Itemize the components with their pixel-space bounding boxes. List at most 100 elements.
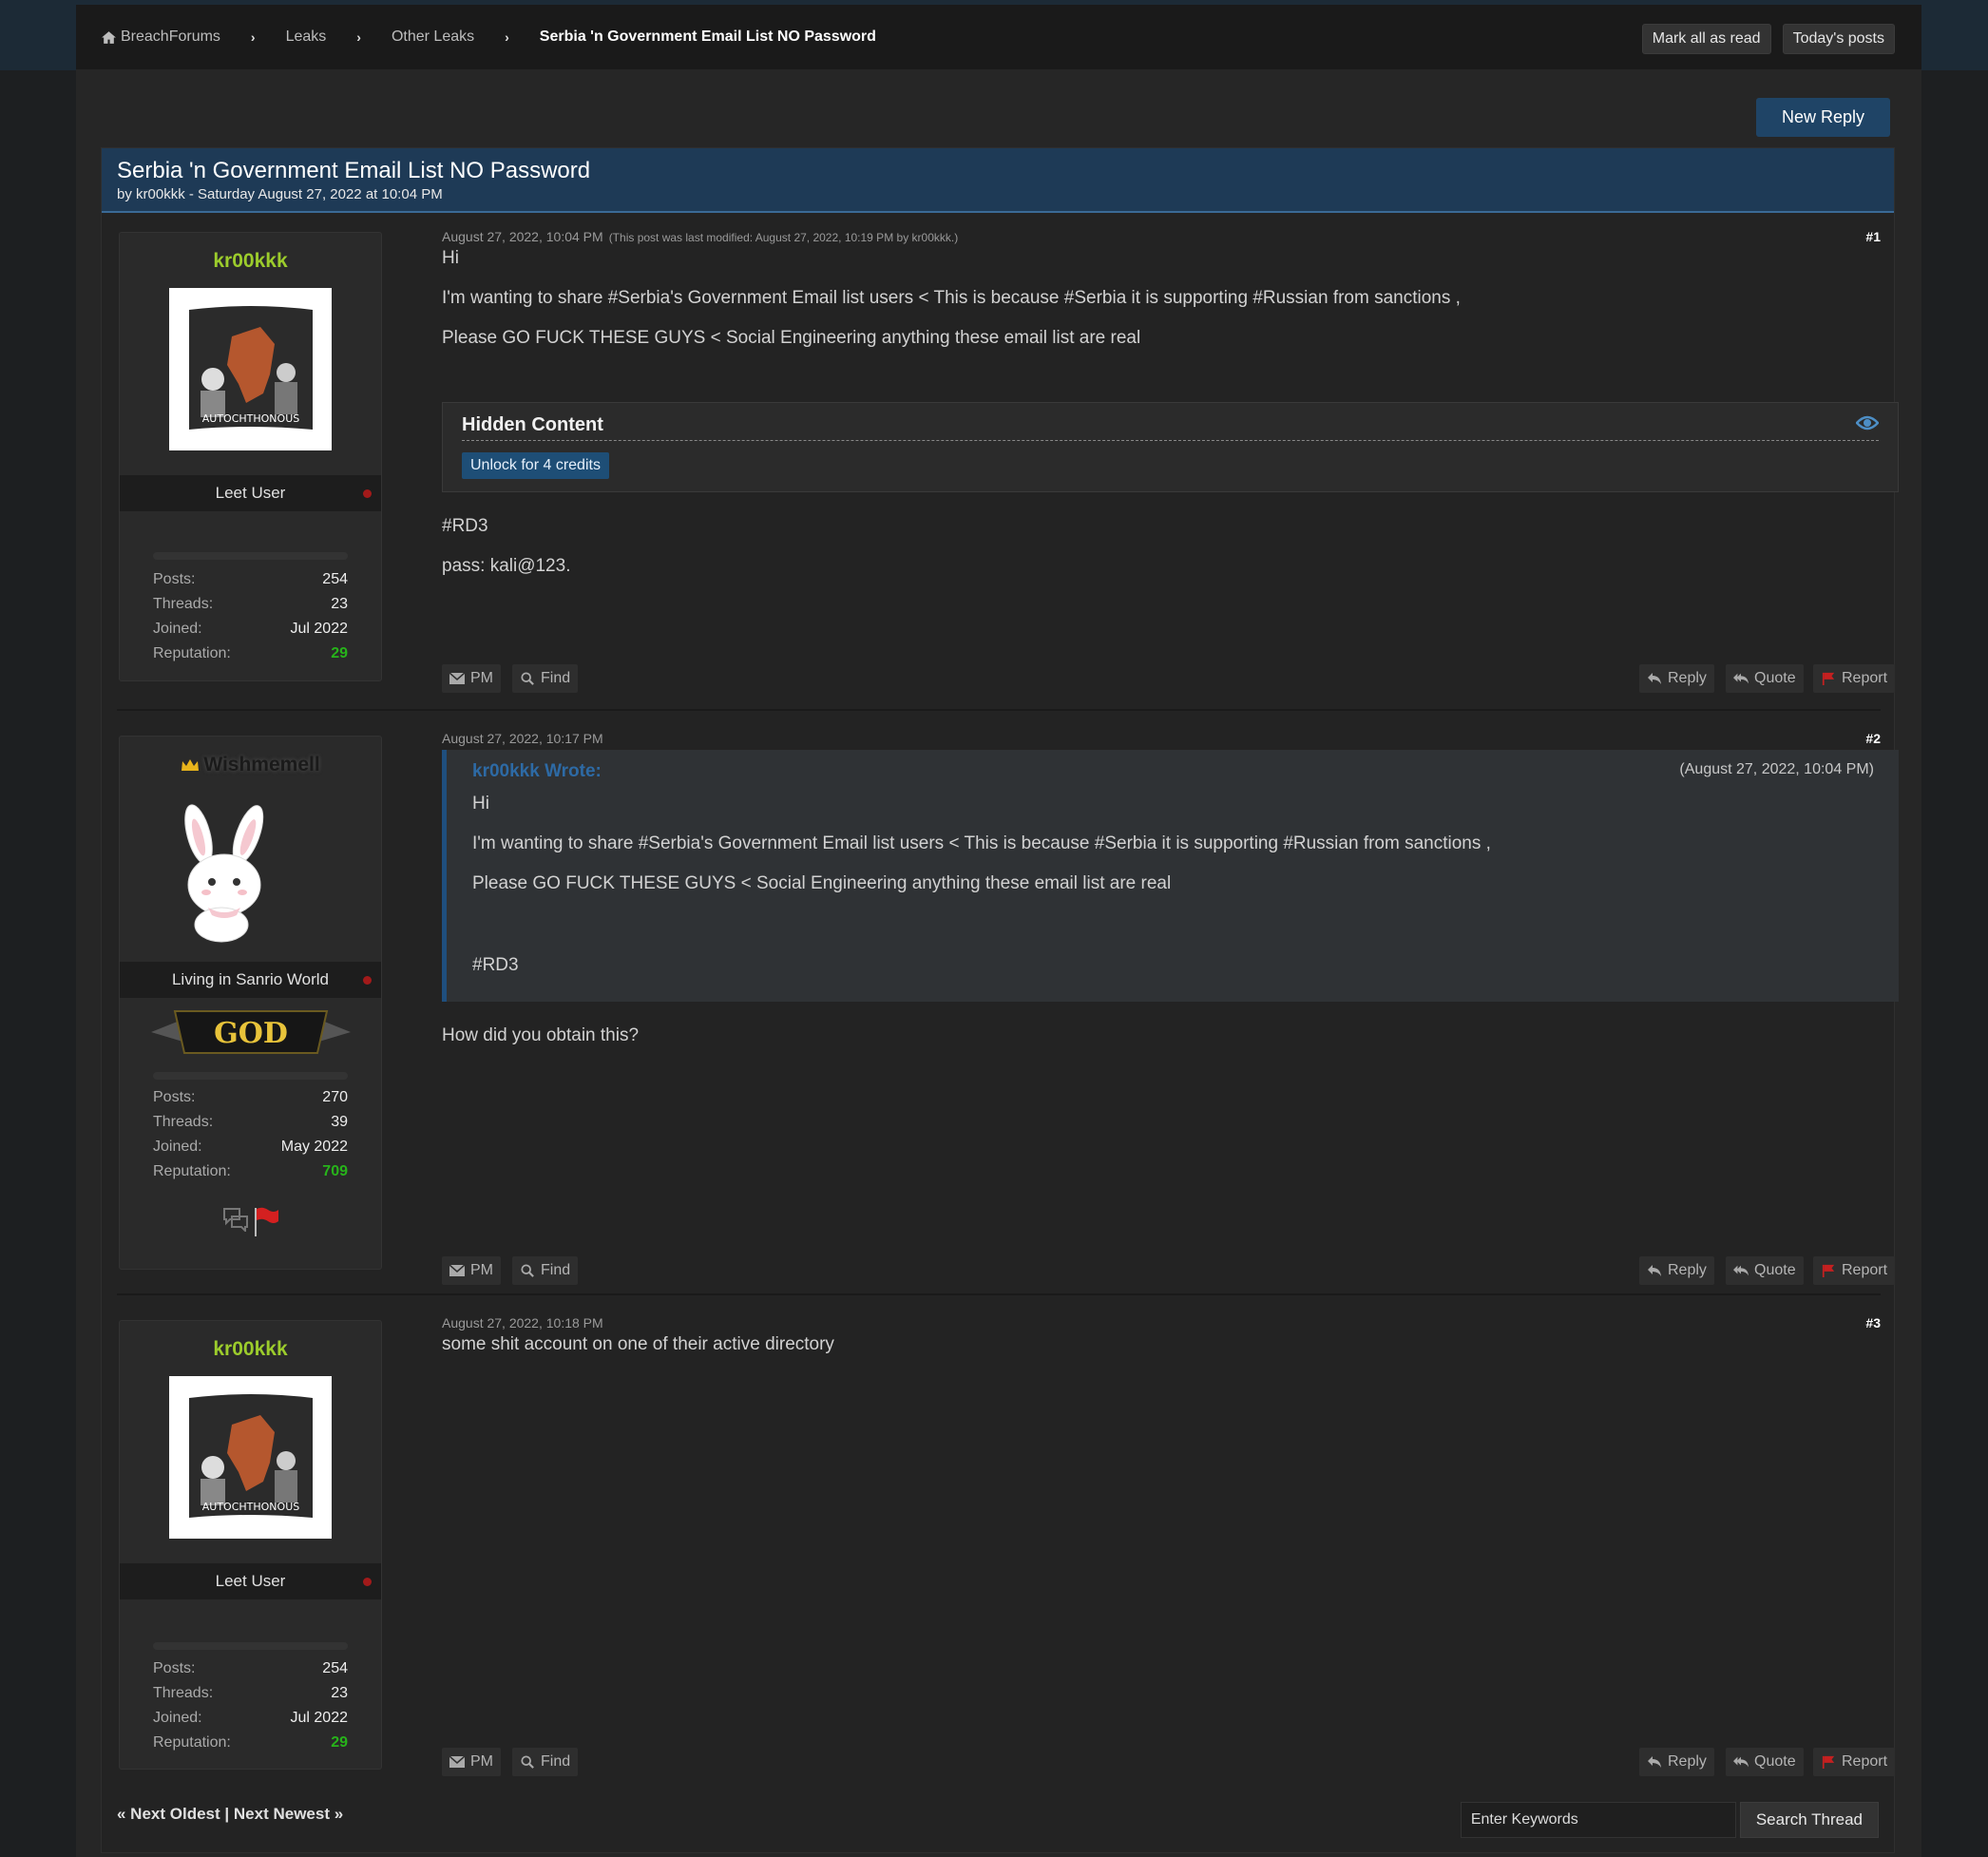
post-line: I'm wanting to share #Serbia's Governmen… xyxy=(442,288,1461,308)
author-stats: Posts: 254 Threads: 23 Joined: Jul 2022 Rep… xyxy=(153,567,348,666)
search-icon xyxy=(521,1264,534,1277)
search-icon xyxy=(521,672,534,685)
reputation-value[interactable]: 29 xyxy=(331,641,348,666)
reply-button[interactable]: Reply xyxy=(1639,664,1714,693)
author-username[interactable]: Wishmemell xyxy=(120,754,381,776)
user-title-label: Living in Sanrio World xyxy=(171,970,330,988)
find-button[interactable]: Find xyxy=(512,664,579,693)
post-number[interactable]: #3 xyxy=(1865,1315,1881,1331)
quote-author[interactable]: kr00kkk Wrote: xyxy=(472,761,1873,782)
avatar[interactable]: AUTOCHTHONOUS xyxy=(169,1376,332,1539)
search-thread-button[interactable]: Search Thread xyxy=(1739,1802,1879,1838)
pm-button[interactable]: PM xyxy=(442,1748,501,1776)
author-username[interactable]: kr00kkk xyxy=(120,1338,381,1361)
author-username-label: Wishmemell xyxy=(203,754,320,775)
post-number[interactable]: #1 xyxy=(1865,229,1881,244)
quote-line: I'm wanting to share #Serbia's Governmen… xyxy=(472,833,1491,853)
threads-count: 23 xyxy=(331,596,348,612)
reputation-label: Reputation: xyxy=(153,1163,231,1179)
user-title-label: Leet User xyxy=(215,484,286,502)
author-stats: Posts: 254 Threads: 23 Joined: Jul 2022 Rep… xyxy=(153,1656,348,1755)
joined-label: Joined: xyxy=(153,1710,202,1726)
next-oldest-link[interactable]: « Next Oldest xyxy=(117,1805,220,1823)
next-newest-link[interactable]: Next Newest » xyxy=(234,1805,343,1823)
quote-button[interactable]: Quote xyxy=(1726,1256,1804,1285)
threads-label: Threads: xyxy=(153,1114,214,1130)
joined-date: Jul 2022 xyxy=(290,1710,349,1726)
post-1: kr00kkk AUTOCHTHONOUS Leet User Posts: 2… xyxy=(102,215,1899,718)
find-label: Find xyxy=(541,1753,571,1770)
post-line: How did you obtain this? xyxy=(442,1025,640,1045)
author-username[interactable]: kr00kkk xyxy=(120,250,381,273)
pm-label: PM xyxy=(470,1262,493,1278)
reply-all-icon xyxy=(1733,1756,1749,1768)
breadcrumb-other-leaks[interactable]: Other Leaks xyxy=(392,29,474,46)
breadcrumb-home[interactable]: BreachForums xyxy=(101,29,220,46)
avatar-caption: AUTOCHTHONOUS xyxy=(201,1501,298,1513)
reply-icon xyxy=(1648,1756,1661,1768)
post-content-after: #RD3 pass: kali@123. xyxy=(442,516,570,577)
pm-button[interactable]: PM xyxy=(442,664,501,693)
eye-icon[interactable] xyxy=(1856,414,1879,431)
report-button[interactable]: Report xyxy=(1813,1256,1896,1285)
thread-header: Serbia 'n Government Email List NO Passw… xyxy=(102,148,1894,213)
find-button[interactable]: Find xyxy=(512,1748,579,1776)
posts-count: 270 xyxy=(322,1089,348,1105)
posts-label: Posts: xyxy=(153,571,196,587)
post-line: Please GO FUCK THESE GUYS < Social Engin… xyxy=(442,328,1141,348)
reply-button[interactable]: Reply xyxy=(1639,1748,1714,1776)
mark-all-read-button[interactable]: Mark all as read xyxy=(1641,24,1771,54)
envelope-icon xyxy=(449,1264,465,1276)
home-icon xyxy=(102,30,116,44)
post-actions: PM Find Reply Quote Report xyxy=(442,664,1899,693)
search-input[interactable] xyxy=(1460,1802,1736,1838)
quote-label: Quote xyxy=(1754,1262,1796,1278)
reputation-value[interactable]: 709 xyxy=(322,1159,348,1184)
threads-count: 39 xyxy=(331,1114,348,1130)
quote-block: kr00kkk Wrote: (August 27, 2022, 10:04 P… xyxy=(442,750,1899,1002)
pm-button[interactable]: PM xyxy=(442,1256,501,1285)
new-reply-button[interactable]: New Reply xyxy=(1755,98,1890,137)
award-icons xyxy=(222,1207,279,1237)
avatar-caption: AUTOCHTHONOUS xyxy=(201,412,298,425)
threads-count: 23 xyxy=(331,1685,348,1701)
hidden-content-box: Hidden Content Unlock for 4 credits xyxy=(442,402,1899,492)
avatar[interactable] xyxy=(172,801,277,944)
joined-label: Joined: xyxy=(153,621,202,637)
joined-date: May 2022 xyxy=(280,1139,348,1155)
quote-button[interactable]: Quote xyxy=(1726,664,1804,693)
find-button[interactable]: Find xyxy=(512,1256,579,1285)
chevron-right-icon: › xyxy=(356,29,361,45)
envelope-icon xyxy=(449,672,465,684)
joined-label: Joined: xyxy=(153,1139,202,1155)
post-body: August 27, 2022, 10:04 PM (This post was … xyxy=(442,229,1899,704)
author-profile: Wishmemell Living in Sanrio World GOD Po… xyxy=(119,736,382,1270)
reply-label: Reply xyxy=(1668,1753,1707,1770)
pagination-separator: | xyxy=(224,1805,230,1823)
todays-posts-button[interactable]: Today's posts xyxy=(1782,24,1895,54)
post-number[interactable]: #2 xyxy=(1865,731,1881,746)
reputation-label: Reputation: xyxy=(153,645,231,661)
reply-button[interactable]: Reply xyxy=(1639,1256,1714,1285)
unlock-button[interactable]: Unlock for 4 credits xyxy=(462,452,609,479)
reply-label: Reply xyxy=(1668,670,1707,686)
crown-icon xyxy=(182,759,200,772)
posts-label: Posts: xyxy=(153,1089,196,1105)
breadcrumb-current: Serbia 'n Government Email List NO Passw… xyxy=(539,29,876,45)
avatar[interactable]: AUTOCHTHONOUS xyxy=(169,288,332,450)
find-label: Find xyxy=(541,670,571,686)
quote-button[interactable]: Quote xyxy=(1726,1748,1804,1776)
report-button[interactable]: Report xyxy=(1813,664,1896,693)
post-date-text: August 27, 2022, 10:04 PM xyxy=(442,229,603,244)
post-3: kr00kkk AUTOCHTHONOUS Leet User Posts: 2… xyxy=(102,1301,1896,1776)
red-flag-icon[interactable] xyxy=(253,1207,279,1237)
posts-label: Posts: xyxy=(153,1660,196,1676)
reputation-value[interactable]: 29 xyxy=(331,1731,348,1755)
threads-label: Threads: xyxy=(153,1685,214,1701)
reply-all-icon xyxy=(1733,673,1749,684)
breadcrumb-leaks[interactable]: Leaks xyxy=(286,29,327,46)
report-button[interactable]: Report xyxy=(1813,1748,1896,1776)
flag-icon xyxy=(1822,1264,1835,1277)
chat-bubbles-icon[interactable] xyxy=(222,1207,249,1232)
thread-title: Serbia 'n Government Email List NO Passw… xyxy=(117,158,591,183)
